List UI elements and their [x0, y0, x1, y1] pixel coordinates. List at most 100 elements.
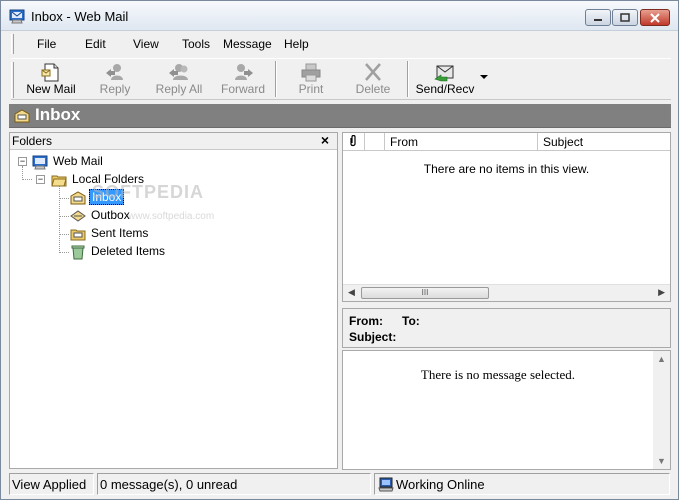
toolbar: New Mail Reply Reply All Forward Print D…	[11, 58, 671, 100]
app-icon	[9, 9, 25, 24]
scroll-up-icon[interactable]: ▲	[657, 354, 666, 364]
forward-button[interactable]: Forward	[213, 59, 273, 99]
message-list-empty: There are no items in this view.	[423, 162, 590, 176]
reply-all-button[interactable]: Reply All	[149, 59, 209, 99]
preview-subject-label: Subject:	[349, 330, 397, 344]
maximize-button[interactable]	[612, 9, 638, 26]
watermark: SOFTPEDIA	[92, 182, 205, 202]
send-receive-icon	[434, 65, 454, 82]
scroll-right-icon[interactable]: ▶	[658, 287, 665, 298]
menu-help[interactable]: Help	[284, 37, 309, 51]
minimize-icon	[594, 18, 602, 21]
watermark-url: www.softpedia.com	[128, 211, 215, 222]
forward-icon	[235, 64, 253, 80]
toolbar-separator-2	[407, 61, 409, 97]
toolbar-grip[interactable]	[11, 62, 14, 98]
tree-line	[59, 216, 69, 217]
reply-all-label: Reply All	[155, 82, 203, 96]
app-window: Inbox - Web Mail File Edit View Tools Me…	[0, 0, 679, 500]
menu-file[interactable]: File	[37, 37, 56, 51]
reply-icon	[106, 64, 123, 80]
print-button[interactable]: Print	[283, 59, 339, 99]
tree-line	[22, 179, 32, 180]
close-folders-icon[interactable]: ×	[321, 132, 329, 148]
tree-line	[59, 198, 69, 199]
reply-label: Reply	[99, 82, 131, 96]
status-connection-label: Working Online	[396, 477, 485, 492]
delete-icon	[365, 63, 381, 81]
tree-label-deleted-items: Deleted Items	[91, 244, 166, 258]
status-view: View Applied	[9, 473, 94, 495]
delete-label: Delete	[355, 82, 391, 96]
reply-button[interactable]: Reply	[87, 59, 143, 99]
new-mail-button[interactable]: New Mail	[23, 59, 79, 99]
status-bar: View Applied 0 message(s), 0 unread Work…	[1, 471, 678, 499]
column-from[interactable]: From	[385, 133, 538, 151]
local-folders-icon	[51, 175, 67, 187]
menu-tools[interactable]: Tools	[182, 37, 210, 51]
preview-from-label: From:	[349, 314, 383, 328]
print-label: Print	[298, 82, 324, 96]
print-icon	[301, 63, 321, 82]
status-message-count: 0 message(s), 0 unread	[97, 473, 371, 495]
column-subject[interactable]: Subject	[538, 133, 670, 151]
close-button[interactable]	[640, 9, 670, 26]
chevron-down-icon	[480, 75, 488, 79]
inbox-icon	[70, 191, 86, 205]
folders-header-title: Folders	[12, 134, 53, 148]
preview-to-label: To:	[402, 314, 420, 328]
menu-view[interactable]: View	[133, 37, 159, 51]
current-folder-title: Inbox	[35, 105, 81, 124]
title-bar: Inbox - Web Mail	[1, 1, 678, 31]
delete-button[interactable]: Delete	[345, 59, 401, 99]
window-title: Inbox - Web Mail	[31, 9, 129, 24]
menu-message[interactable]: Message	[223, 37, 272, 51]
sent-items-icon	[70, 229, 86, 241]
status-connection: Working Online	[374, 473, 670, 495]
horizontal-scrollbar[interactable]: ◀ III ▶	[343, 284, 670, 301]
tree-label-sent-items: Sent Items	[91, 226, 149, 240]
tree-line	[22, 166, 23, 180]
scroll-down-icon[interactable]: ▼	[657, 456, 666, 466]
preview-header: From: To: Subject:	[342, 308, 671, 348]
tree-label-outbox: Outbox	[91, 208, 130, 222]
new-mail-icon	[41, 63, 59, 82]
send-receive-button[interactable]: Send/Recv	[413, 59, 477, 99]
vertical-scrollbar[interactable]: ▲ ▼	[653, 351, 670, 469]
collapse-local-folders-toggle[interactable]: −	[36, 175, 45, 184]
deleted-items-icon	[71, 245, 85, 260]
tree-line	[59, 252, 69, 253]
send-receive-dropdown[interactable]	[479, 71, 489, 81]
web-mail-icon	[32, 155, 48, 170]
scroll-left-icon[interactable]: ◀	[348, 287, 355, 298]
preview-pane: There is no message selected. ▲ ▼	[342, 350, 671, 470]
tree-label-web-mail: Web Mail	[53, 154, 103, 168]
maximize-icon	[620, 13, 630, 22]
message-list: From Subject There are no items in this …	[342, 132, 671, 302]
outbox-icon	[70, 210, 86, 222]
folders-pane: Folders × − Web Mail − Local Folders Inb…	[9, 132, 338, 469]
forward-label: Forward	[220, 82, 265, 96]
new-mail-label: New Mail	[26, 82, 76, 96]
menu-edit[interactable]: Edit	[85, 37, 106, 51]
attachment-column[interactable]	[343, 133, 365, 151]
toolbar-separator	[275, 61, 277, 97]
flag-column[interactable]	[365, 133, 385, 151]
paperclip-icon	[350, 134, 356, 147]
menu-grip[interactable]	[11, 34, 14, 54]
scroll-thumb[interactable]: III	[361, 287, 489, 299]
minimize-button[interactable]	[585, 9, 611, 26]
send-receive-label: Send/Recv	[415, 82, 475, 96]
inbox-folder-icon	[14, 109, 30, 123]
menu-bar: File Edit View Tools Message Help	[11, 32, 671, 56]
folders-header: Folders ×	[10, 132, 337, 150]
close-icon	[650, 12, 660, 23]
current-folder-bar: Inbox	[9, 104, 671, 128]
collapse-web-mail-toggle[interactable]: −	[18, 157, 27, 166]
reply-all-icon	[169, 64, 188, 80]
computer-icon	[378, 477, 394, 492]
tree-line	[59, 185, 60, 253]
message-list-header: From Subject	[343, 133, 670, 151]
tree-line	[59, 234, 69, 235]
preview-empty-text: There is no message selected.	[420, 367, 576, 382]
